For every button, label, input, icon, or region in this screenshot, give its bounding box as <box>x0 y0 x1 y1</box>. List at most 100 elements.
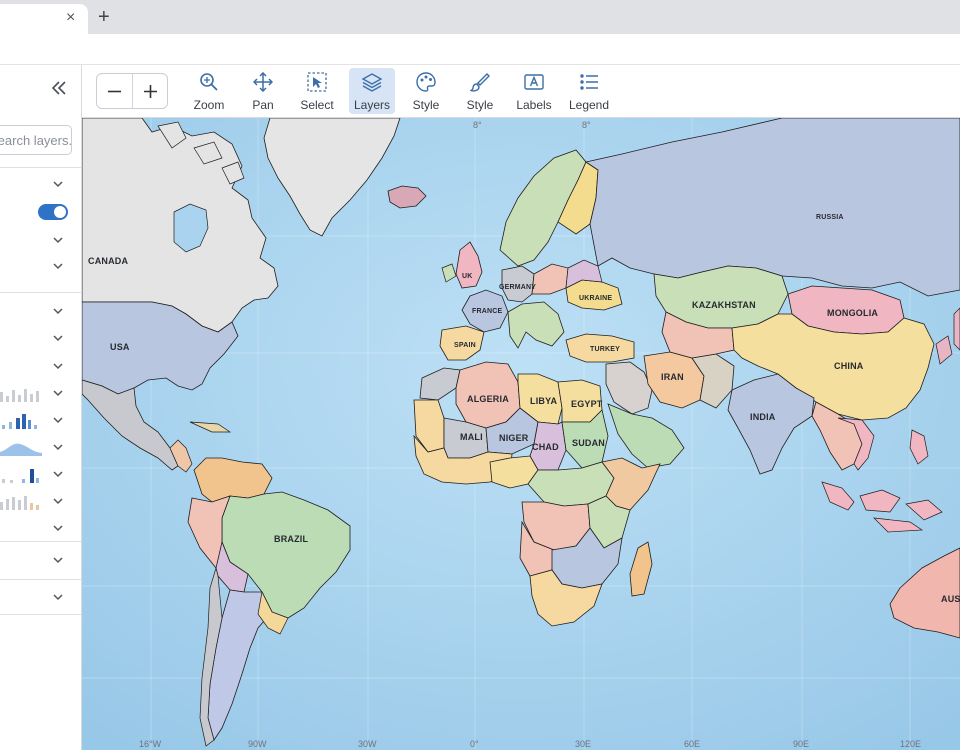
label-ukraine: UKRAINE <box>579 295 612 302</box>
tool-select-label: Select <box>300 98 334 112</box>
layer-group-row[interactable] <box>0 171 81 197</box>
chevron-down-icon[interactable] <box>52 387 64 399</box>
tool-style-brush-label: Style <box>466 98 494 112</box>
sidebar-divider <box>0 167 81 168</box>
tool-layers-label: Layers <box>353 98 391 112</box>
tool-select[interactable]: Select <box>294 68 340 114</box>
sidebar-divider <box>0 292 81 293</box>
graticule-label-bottom: 90W <box>248 739 267 749</box>
layer-row[interactable] <box>0 325 81 351</box>
label-iran: IRAN <box>661 372 684 382</box>
chevron-down-icon[interactable] <box>52 468 64 480</box>
labels-icon <box>524 74 544 90</box>
chevron-down-icon[interactable] <box>52 554 64 566</box>
map-toolbar: Zoom Pan Select Layers Style Style Label… <box>82 65 960 118</box>
new-tab-button[interactable]: + <box>98 6 110 28</box>
label-india: INDIA <box>750 412 776 422</box>
chevron-down-icon[interactable] <box>52 305 64 317</box>
tool-layers[interactable]: Layers <box>349 68 395 114</box>
label-china: CHINA <box>834 361 864 371</box>
tool-zoom-label: Zoom <box>193 98 225 112</box>
layer-visibility-toggle[interactable] <box>38 204 68 220</box>
histogram-thumbnail <box>2 414 37 429</box>
browser-address-bar <box>0 34 960 65</box>
double-chevron-left-icon <box>51 81 66 95</box>
label-russia: RUSSIA <box>816 214 844 221</box>
graticule-label-bottom: 0° <box>470 739 479 749</box>
label-egypt: EGYPT <box>571 399 603 409</box>
label-niger: NIGER <box>499 433 529 443</box>
layer-group-row[interactable] <box>0 253 81 279</box>
chevron-down-icon[interactable] <box>52 234 64 246</box>
palette-icon <box>416 72 436 92</box>
tool-pan[interactable]: Pan <box>240 68 286 114</box>
chevron-down-icon[interactable] <box>52 522 64 534</box>
chevron-down-icon[interactable] <box>52 441 64 453</box>
layer-row[interactable] <box>0 407 81 433</box>
chevron-down-icon[interactable] <box>52 260 64 272</box>
layer-row[interactable] <box>0 434 81 460</box>
plus-icon <box>144 85 157 98</box>
label-turkey: TURKEY <box>590 346 620 353</box>
zoom-out-button[interactable] <box>97 74 132 108</box>
close-tab-icon[interactable]: × <box>66 9 75 27</box>
sidebar-divider <box>0 614 81 615</box>
layers-icon <box>362 73 382 92</box>
label-australia: AUSTRALIA <box>941 594 960 604</box>
label-germany: GERMANY <box>499 284 536 291</box>
sidebar-divider <box>0 579 81 580</box>
label-sudan: SUDAN <box>572 438 605 448</box>
layer-row[interactable] <box>0 461 81 487</box>
minus-icon <box>108 90 121 93</box>
world-map[interactable]: CANADA USA BRAZIL UK GERMANY FRANCE SPAI… <box>82 118 960 750</box>
tool-labels[interactable]: Labels <box>511 68 557 114</box>
graticule-label-bottom: 16°W <box>139 739 162 749</box>
layer-row[interactable] <box>0 353 81 379</box>
graticule-label-bottom: 90E <box>793 739 809 749</box>
layer-row[interactable] <box>0 380 81 406</box>
zoom-icon <box>200 73 218 91</box>
layer-row[interactable] <box>0 515 81 541</box>
layer-group-row[interactable] <box>0 227 81 253</box>
chevron-down-icon[interactable] <box>52 414 64 426</box>
tool-style-brush[interactable]: Style <box>457 68 503 114</box>
collapse-sidebar-button[interactable] <box>48 77 70 99</box>
chevron-down-icon[interactable] <box>52 332 64 344</box>
density-thumbnail <box>0 443 42 456</box>
histogram-thumbnail <box>0 496 39 510</box>
tool-legend-label: Legend <box>568 98 610 112</box>
graticule-label-bottom: 30W <box>358 739 377 749</box>
layers-sidebar <box>0 65 82 750</box>
browser-tab[interactable]: × <box>0 4 88 34</box>
tool-style-label: Style <box>412 98 440 112</box>
tool-style-palette[interactable]: Style <box>403 68 449 114</box>
layer-visibility-row <box>0 200 81 226</box>
layer-row[interactable] <box>0 488 81 514</box>
graticule-label-bottom: 60E <box>684 739 700 749</box>
chevron-down-icon[interactable] <box>52 591 64 603</box>
map-canvas[interactable]: CANADA USA BRAZIL UK GERMANY FRANCE SPAI… <box>82 118 960 750</box>
chevron-down-icon[interactable] <box>52 360 64 372</box>
zoom-in-button[interactable] <box>133 74 168 108</box>
select-icon <box>307 72 327 92</box>
label-usa: USA <box>110 342 130 352</box>
chevron-down-icon[interactable] <box>52 178 64 190</box>
layer-search-input[interactable] <box>0 125 72 155</box>
label-brazil: BRAZIL <box>274 534 308 544</box>
layer-row[interactable] <box>0 298 81 324</box>
label-uk: UK <box>462 273 473 280</box>
chevron-down-icon[interactable] <box>52 495 64 507</box>
brush-icon <box>470 73 490 92</box>
graticule-label-bottom: 120E <box>900 739 921 749</box>
sidebar-divider <box>0 541 81 542</box>
label-libya: LIBYA <box>530 396 557 406</box>
layer-group-row[interactable] <box>0 584 81 610</box>
tool-pan-label: Pan <box>252 98 274 112</box>
browser-tab-strip: × + <box>0 0 960 34</box>
tool-legend[interactable]: Legend <box>566 68 612 114</box>
graticule-label-top: 8° <box>582 120 591 130</box>
label-france: FRANCE <box>472 308 502 315</box>
layer-group-row[interactable] <box>0 547 81 573</box>
label-algeria: ALGERIA <box>467 394 509 404</box>
tool-zoom[interactable]: Zoom <box>186 68 232 114</box>
